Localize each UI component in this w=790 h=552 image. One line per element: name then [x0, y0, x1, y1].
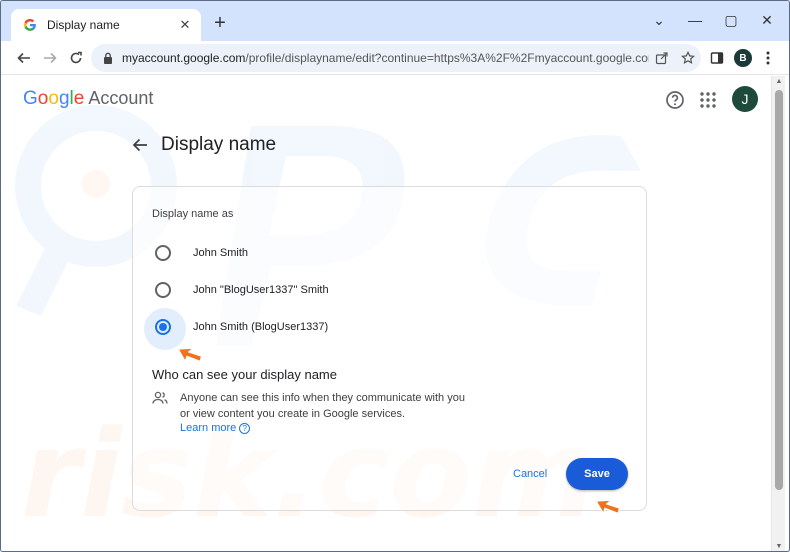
who-can-see-heading: Who can see your display name [152, 367, 337, 382]
help-circle-icon [666, 91, 684, 109]
apps-button[interactable] [696, 88, 720, 112]
browser-toolbar: myaccount.google.com/profile/displayname… [1, 41, 789, 75]
reload-button[interactable] [63, 45, 89, 71]
side-panel-button[interactable] [704, 45, 730, 71]
tab-title: Display name [47, 18, 120, 32]
apps-grid-icon [700, 92, 716, 108]
page-content: risk.com Google Account J Display name D… [1, 76, 771, 551]
page-scrollbar[interactable]: ▲ ▼ [771, 76, 786, 551]
profile-avatar: B [734, 49, 752, 67]
option-john-smith[interactable]: John Smith [155, 245, 248, 261]
browser-tab[interactable]: Display name ✕ [11, 9, 201, 41]
address-bar[interactable]: myaccount.google.com/profile/displayname… [91, 44, 701, 72]
bookmark-star-icon[interactable] [675, 45, 701, 71]
option-label: John Smith [193, 247, 249, 259]
share-icon[interactable] [649, 45, 675, 71]
account-avatar[interactable]: J [732, 86, 758, 112]
display-name-card: Display name as John Smith John "BlogUse… [132, 186, 647, 511]
google-brand-text: Google [23, 88, 85, 109]
forward-button[interactable] [37, 45, 63, 71]
option-label: John Smith (BlogUser1337) [193, 321, 329, 333]
google-account-logo[interactable]: Google Account [23, 88, 153, 110]
arrow-left-icon [132, 138, 147, 152]
option-john-smith-bloguser[interactable]: John Smith (BlogUser1337) [144, 308, 329, 350]
reload-icon [70, 51, 82, 64]
tab-search-icon[interactable]: ⌄ [641, 7, 677, 33]
arrow-left-icon [17, 52, 30, 64]
profile-button[interactable]: B [730, 45, 756, 71]
back-button[interactable] [11, 45, 37, 71]
option-john-bloguser-smith[interactable]: John "BlogUser1337" Smith [155, 282, 329, 298]
side-panel-icon [710, 52, 724, 64]
lock-icon [104, 52, 112, 64]
page-title: Display name [161, 134, 277, 155]
radio-button[interactable] [155, 245, 171, 261]
people-icon [152, 391, 168, 404]
radio-button[interactable] [155, 282, 171, 298]
help-circle-icon: ? [239, 422, 251, 434]
pointer-arrow-icon [597, 499, 621, 515]
more-vertical-icon [766, 51, 770, 65]
new-tab-button[interactable]: + [209, 13, 231, 35]
tab-strip: Display name ✕ + ⌄ — ▢ ✕ [1, 1, 789, 41]
pointer-arrow-icon [179, 347, 203, 363]
browser-window: Display name ✕ + ⌄ — ▢ ✕ myaccount.googl… [0, 0, 790, 552]
browser-menu-button[interactable] [755, 45, 781, 71]
url-text: myaccount.google.com/profile/displayname… [122, 51, 649, 65]
scroll-up-icon[interactable]: ▲ [772, 76, 786, 88]
back-to-profile-button[interactable] [127, 132, 153, 158]
visibility-info-text: Anyone can see this info when they commu… [180, 392, 465, 420]
scroll-down-icon[interactable]: ▼ [772, 541, 786, 551]
account-label: Account [88, 88, 154, 108]
display-name-as-label: Display name as [152, 208, 234, 220]
radio-button-selected[interactable] [144, 308, 186, 350]
google-favicon-icon [23, 19, 36, 31]
arrow-right-icon [44, 52, 57, 64]
learn-more-link[interactable]: Learn more ? [180, 422, 251, 434]
save-button[interactable]: Save [566, 458, 628, 490]
close-window-button[interactable]: ✕ [749, 7, 785, 33]
cancel-button[interactable]: Cancel [505, 462, 555, 486]
scrollbar-thumb[interactable] [775, 90, 783, 490]
help-button[interactable] [663, 88, 687, 112]
option-label: John "BlogUser1337" Smith [193, 284, 329, 296]
maximize-button[interactable]: ▢ [713, 7, 749, 33]
minimize-button[interactable]: — [677, 7, 713, 33]
tab-close-icon[interactable]: ✕ [177, 17, 193, 33]
